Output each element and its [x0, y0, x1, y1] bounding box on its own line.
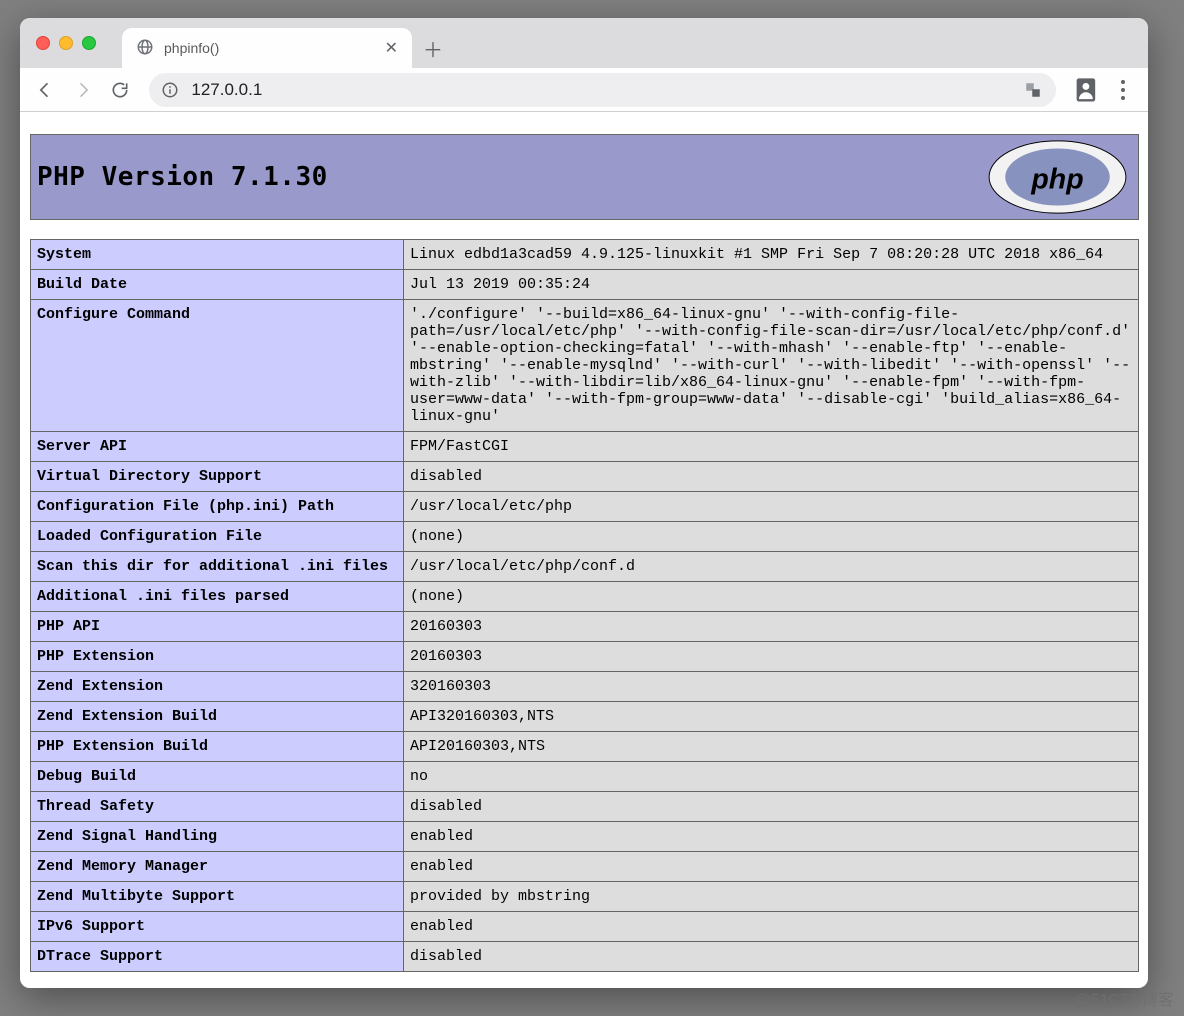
reload-button[interactable]	[106, 75, 136, 105]
table-cell-key: Zend Multibyte Support	[31, 882, 404, 912]
table-cell-value: Jul 13 2019 00:35:24	[404, 270, 1139, 300]
table-row: PHP Extension BuildAPI20160303,NTS	[31, 732, 1139, 762]
table-cell-key: Zend Extension	[31, 672, 404, 702]
reload-icon	[110, 80, 130, 100]
table-row: IPv6 Supportenabled	[31, 912, 1139, 942]
browser-window: phpinfo() ✕ ＋ PHP Ve	[20, 18, 1148, 988]
table-cell-value: API320160303,NTS	[404, 702, 1139, 732]
table-cell-key: Zend Signal Handling	[31, 822, 404, 852]
table-row: Server APIFPM/FastCGI	[31, 432, 1139, 462]
table-row: Loaded Configuration File(none)	[31, 522, 1139, 552]
translate-icon	[1024, 81, 1042, 99]
new-tab-button[interactable]: ＋	[412, 28, 454, 68]
table-row: Zend Signal Handlingenabled	[31, 822, 1139, 852]
table-cell-value: API20160303,NTS	[404, 732, 1139, 762]
table-cell-key: Virtual Directory Support	[31, 462, 404, 492]
table-cell-key: Debug Build	[31, 762, 404, 792]
tab-title: phpinfo()	[164, 40, 375, 56]
close-window-button[interactable]	[36, 36, 50, 50]
php-version-heading: PHP Version 7.1.30	[37, 162, 328, 192]
table-cell-value: './configure' '--build=x86_64-linux-gnu'…	[404, 300, 1139, 432]
minimize-window-button[interactable]	[59, 36, 73, 50]
toolbar	[20, 68, 1148, 112]
table-cell-key: DTrace Support	[31, 942, 404, 972]
php-logo-icon: php	[985, 139, 1130, 215]
table-cell-value: enabled	[404, 912, 1139, 942]
table-cell-key: Loaded Configuration File	[31, 522, 404, 552]
table-cell-value: enabled	[404, 822, 1139, 852]
svg-text:php: php	[1030, 163, 1083, 195]
table-cell-value: Linux edbd1a3cad59 4.9.125-linuxkit #1 S…	[404, 240, 1139, 270]
table-cell-key: Thread Safety	[31, 792, 404, 822]
zoom-window-button[interactable]	[82, 36, 96, 50]
table-cell-value: 20160303	[404, 642, 1139, 672]
site-info-icon[interactable]	[161, 81, 179, 99]
dots-vertical-icon	[1121, 80, 1125, 84]
url-input[interactable]	[189, 79, 1012, 101]
table-row: SystemLinux edbd1a3cad59 4.9.125-linuxki…	[31, 240, 1139, 270]
table-row: Zend Extension320160303	[31, 672, 1139, 702]
table-cell-key: Configuration File (php.ini) Path	[31, 492, 404, 522]
table-row: Configure Command'./configure' '--build=…	[31, 300, 1139, 432]
address-bar[interactable]	[149, 73, 1056, 107]
table-cell-key: Additional .ini files parsed	[31, 582, 404, 612]
table-row: Debug Buildno	[31, 762, 1139, 792]
table-cell-key: PHP API	[31, 612, 404, 642]
table-cell-key: Configure Command	[31, 300, 404, 432]
table-cell-value: enabled	[404, 852, 1139, 882]
table-row: Zend Memory Managerenabled	[31, 852, 1139, 882]
table-row: PHP Extension20160303	[31, 642, 1139, 672]
table-cell-key: Scan this dir for additional .ini files	[31, 552, 404, 582]
table-cell-key: PHP Extension Build	[31, 732, 404, 762]
tab-phpinfo[interactable]: phpinfo() ✕	[122, 28, 412, 68]
page-content: PHP Version 7.1.30 php SystemLinux edbd1…	[20, 112, 1148, 988]
forward-button[interactable]	[68, 75, 98, 105]
table-cell-value: (none)	[404, 522, 1139, 552]
table-cell-value: no	[404, 762, 1139, 792]
table-row: Thread Safetydisabled	[31, 792, 1139, 822]
table-cell-value: disabled	[404, 942, 1139, 972]
table-row: Configuration File (php.ini) Path/usr/lo…	[31, 492, 1139, 522]
table-cell-key: Build Date	[31, 270, 404, 300]
arrow-left-icon	[35, 80, 55, 100]
profile-icon	[1072, 76, 1100, 104]
table-cell-value: 20160303	[404, 612, 1139, 642]
table-cell-value: FPM/FastCGI	[404, 432, 1139, 462]
table-row: DTrace Supportdisabled	[31, 942, 1139, 972]
table-cell-value: (none)	[404, 582, 1139, 612]
table-cell-key: Server API	[31, 432, 404, 462]
phpinfo-table: SystemLinux edbd1a3cad59 4.9.125-linuxki…	[30, 239, 1139, 972]
table-cell-value: provided by mbstring	[404, 882, 1139, 912]
back-button[interactable]	[30, 75, 60, 105]
table-cell-value: 320160303	[404, 672, 1139, 702]
table-row: Virtual Directory Supportdisabled	[31, 462, 1139, 492]
phpinfo-header: PHP Version 7.1.30 php	[30, 134, 1139, 220]
table-cell-value: /usr/local/etc/php/conf.d	[404, 552, 1139, 582]
table-cell-value: /usr/local/etc/php	[404, 492, 1139, 522]
tab-strip: phpinfo() ✕ ＋	[20, 18, 1148, 68]
table-cell-key: IPv6 Support	[31, 912, 404, 942]
table-row: Scan this dir for additional .ini files/…	[31, 552, 1139, 582]
table-cell-key: Zend Memory Manager	[31, 852, 404, 882]
table-cell-value: disabled	[404, 462, 1139, 492]
table-row: Zend Multibyte Supportprovided by mbstri…	[31, 882, 1139, 912]
window-controls	[36, 36, 96, 50]
globe-icon	[136, 38, 154, 59]
table-cell-value: disabled	[404, 792, 1139, 822]
table-cell-key: System	[31, 240, 404, 270]
menu-button[interactable]	[1108, 80, 1138, 100]
profile-button[interactable]	[1072, 76, 1100, 104]
table-cell-key: PHP Extension	[31, 642, 404, 672]
watermark: @51CTO博客	[1074, 986, 1174, 1010]
arrow-right-icon	[73, 80, 93, 100]
table-cell-key: Zend Extension Build	[31, 702, 404, 732]
translate-button[interactable]	[1022, 79, 1044, 101]
table-row: Build DateJul 13 2019 00:35:24	[31, 270, 1139, 300]
close-tab-button[interactable]: ✕	[385, 38, 398, 58]
table-row: Zend Extension BuildAPI320160303,NTS	[31, 702, 1139, 732]
table-row: Additional .ini files parsed(none)	[31, 582, 1139, 612]
table-row: PHP API20160303	[31, 612, 1139, 642]
